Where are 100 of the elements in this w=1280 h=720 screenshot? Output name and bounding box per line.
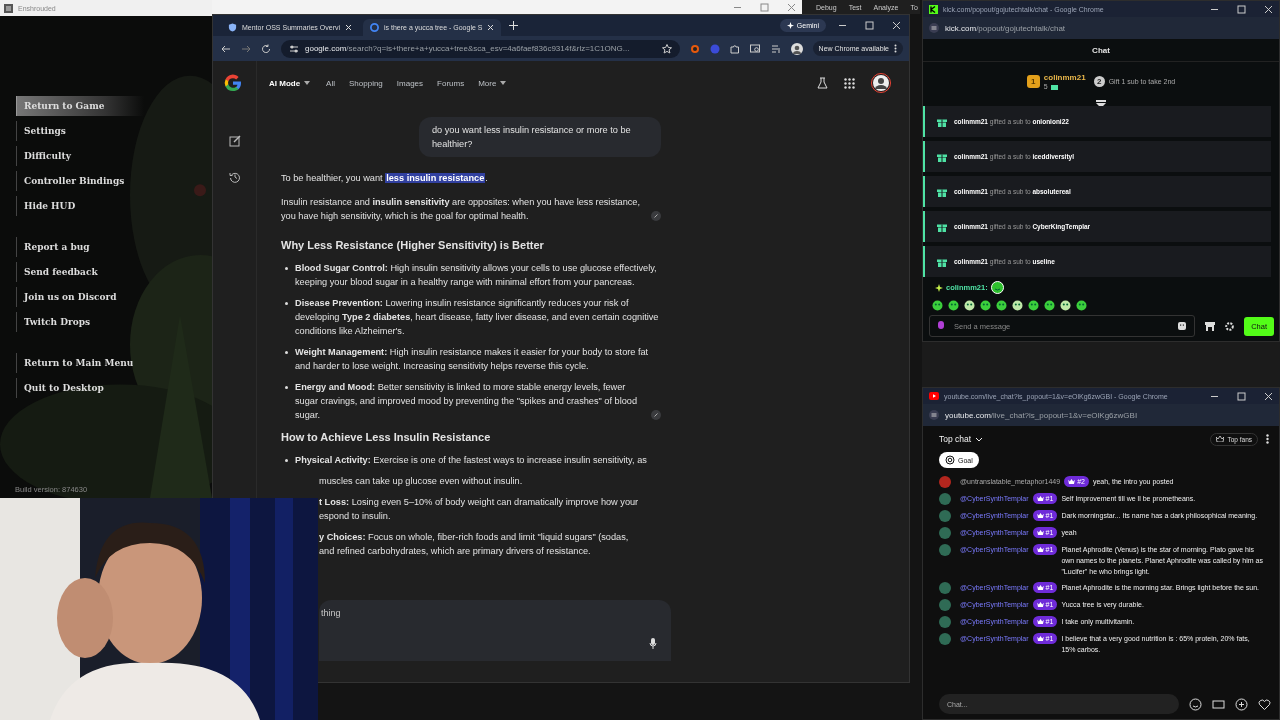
caret-icon[interactable] bbox=[500, 81, 507, 85]
link-icon[interactable] bbox=[651, 211, 661, 221]
google-icon bbox=[370, 23, 380, 32]
bullet-icon bbox=[285, 459, 288, 462]
list-item-text: espond to insulin. bbox=[319, 510, 392, 523]
close-icon[interactable] bbox=[1264, 391, 1273, 401]
crown-icon bbox=[1036, 530, 1044, 535]
crown-icon bbox=[1068, 479, 1076, 484]
maximize-icon[interactable] bbox=[865, 21, 874, 30]
answer-paragraph: To be healthier, you want less insulin resistance. bbox=[281, 172, 489, 185]
store-icon[interactable] bbox=[1205, 321, 1216, 331]
sparkle-icon bbox=[786, 22, 794, 29]
emote-icon[interactable] bbox=[996, 300, 1007, 311]
kick-logo-icon bbox=[929, 4, 938, 14]
list-item-text: Blood Sugar Control: High insulin sensitivity allows your cells to use glucose effectively, keeping your blood sugar in a healthy range with minimal effort from your pancreas. bbox=[295, 262, 658, 289]
emote-icon[interactable] bbox=[1076, 300, 1087, 311]
crown-icon bbox=[1216, 436, 1225, 442]
user-query-bubble: do you want less insulin resistance or more to be healthier? bbox=[419, 117, 661, 157]
nav-tab[interactable]: Images bbox=[396, 78, 424, 88]
chat-header: Chat bbox=[923, 39, 1279, 62]
back-icon[interactable] bbox=[221, 43, 231, 54]
nav-tab[interactable]: More bbox=[478, 78, 497, 88]
heart-icon[interactable] bbox=[1258, 697, 1271, 711]
close-icon[interactable] bbox=[1264, 4, 1273, 14]
crown-icon bbox=[1036, 513, 1044, 518]
avatar-icon[interactable] bbox=[790, 42, 803, 55]
crown-icon bbox=[1036, 585, 1044, 590]
bullet-icon bbox=[285, 267, 288, 270]
list-item-text: Physical Activity: Exercise is one of the fastest ways to increase insulin sensitivity, as bbox=[295, 454, 648, 467]
crown-icon bbox=[1036, 496, 1044, 501]
new-tab-icon[interactable] bbox=[509, 21, 519, 30]
maximize-icon[interactable] bbox=[1237, 391, 1246, 401]
avatar-icon[interactable] bbox=[871, 73, 891, 93]
crown-icon bbox=[1036, 636, 1044, 641]
emote-icon[interactable] bbox=[980, 300, 991, 311]
address-bar[interactable]: google.com/search?q=is+there+a+yucca+tree&sca_esv=4a6faef836c9314f&rlz=1C1ONG... bbox=[281, 39, 680, 58]
list-item-text: y Choices: Focus on whole, fiber-rich foods and limit "liquid sugars" (sodas, bbox=[319, 531, 630, 544]
emote-icon[interactable] bbox=[932, 300, 943, 311]
emoji-icon[interactable] bbox=[1178, 322, 1187, 330]
more-icon[interactable] bbox=[1266, 434, 1269, 444]
section-heading: Why Less Resistance (Higher Sensitivity) is Better bbox=[281, 238, 545, 253]
target-icon bbox=[945, 455, 955, 465]
answer-paragraph: Insulin resistance and insulin sensitivity are opposites: when you have less resistance, you have high sensitivity, which is the goal for optimal health. bbox=[281, 196, 641, 223]
collapse-icon[interactable] bbox=[1096, 100, 1106, 108]
crown-icon bbox=[1036, 547, 1044, 552]
close-icon[interactable] bbox=[892, 21, 901, 30]
chat-mode-dropdown[interactable]: Top chat bbox=[939, 434, 984, 444]
nav-tab[interactable]: All bbox=[326, 78, 335, 88]
bullet-icon bbox=[285, 351, 288, 354]
placeholder-text: thing bbox=[321, 608, 341, 618]
list-item-text: t Loss: Losing even 5–10% of body weight can dramatically improve how your bbox=[319, 496, 640, 509]
site-settings-icon bbox=[929, 410, 939, 420]
list-item-text: Weight Management: High insulin resistance makes it easier for your body to store fat and harder to lose weight. Increasing sensitivity helps reverse this cycle. bbox=[295, 346, 650, 373]
list-item-text: muscles can take up glucose even without insulin. bbox=[319, 475, 524, 488]
crown-icon bbox=[1036, 602, 1044, 607]
list-item-text: Energy and Mood: Better sensitivity is linked to more stable energy levels, fewer sugar cravings, and improved mood by preventing the "spikes and crashes" of blood sugar. bbox=[295, 381, 639, 422]
caret-icon bbox=[975, 436, 984, 442]
crown-icon bbox=[1036, 619, 1044, 624]
apps-icon[interactable] bbox=[844, 77, 855, 89]
rank-badge: 1 bbox=[1026, 74, 1040, 88]
emote-icon[interactable] bbox=[1044, 300, 1055, 311]
emote-icon[interactable] bbox=[948, 300, 959, 311]
maximize-icon[interactable] bbox=[1237, 4, 1246, 14]
add-icon[interactable] bbox=[1235, 697, 1248, 711]
ask-field[interactable]: thing bbox=[319, 600, 671, 661]
star-icon[interactable] bbox=[661, 43, 672, 54]
flask-icon[interactable] bbox=[817, 77, 828, 89]
screen-icon[interactable] bbox=[1212, 697, 1225, 711]
caret-icon[interactable] bbox=[304, 81, 311, 85]
emote-icon bbox=[990, 281, 1004, 294]
bullet-icon bbox=[285, 302, 288, 305]
history-icon[interactable] bbox=[228, 171, 241, 183]
microphone-icon[interactable] bbox=[649, 638, 657, 649]
site-settings-icon bbox=[289, 43, 299, 54]
youtube-logo-icon bbox=[929, 392, 939, 400]
site-settings-icon bbox=[929, 23, 939, 33]
nav-tab[interactable]: Forums bbox=[437, 78, 465, 88]
reload-icon[interactable] bbox=[261, 43, 271, 54]
list-item-text: and refined carbohydrates, which are primary drivers of resistance. bbox=[319, 545, 592, 558]
playlist-icon[interactable] bbox=[770, 43, 781, 54]
shield-icon bbox=[228, 23, 237, 32]
rank-badge: 2 bbox=[1093, 75, 1105, 87]
google-logo-icon bbox=[223, 73, 243, 93]
link-icon[interactable] bbox=[651, 410, 661, 420]
emote-icon[interactable] bbox=[964, 300, 975, 311]
more-icon bbox=[894, 44, 897, 53]
sparkle-icon bbox=[935, 283, 943, 292]
emote-icon[interactable] bbox=[1012, 300, 1023, 311]
bullet-icon bbox=[285, 386, 288, 389]
emote-icon[interactable] bbox=[1060, 300, 1071, 311]
emote-icon[interactable] bbox=[1028, 300, 1039, 311]
forward-icon[interactable] bbox=[241, 43, 251, 54]
nav-tab[interactable]: Shopping bbox=[349, 78, 383, 88]
emoji-icon[interactable] bbox=[1189, 697, 1202, 711]
address-bar[interactable]: kick.com/popout/gojutechtalk/chat bbox=[945, 23, 1066, 33]
extension-icon[interactable] bbox=[689, 43, 700, 54]
section-heading: How to Achieve Less Insulin Resistance bbox=[281, 430, 492, 445]
game-logo-icon bbox=[4, 3, 13, 13]
edit-icon[interactable] bbox=[228, 135, 241, 147]
nav-tab[interactable]: AI Mode bbox=[269, 78, 301, 88]
